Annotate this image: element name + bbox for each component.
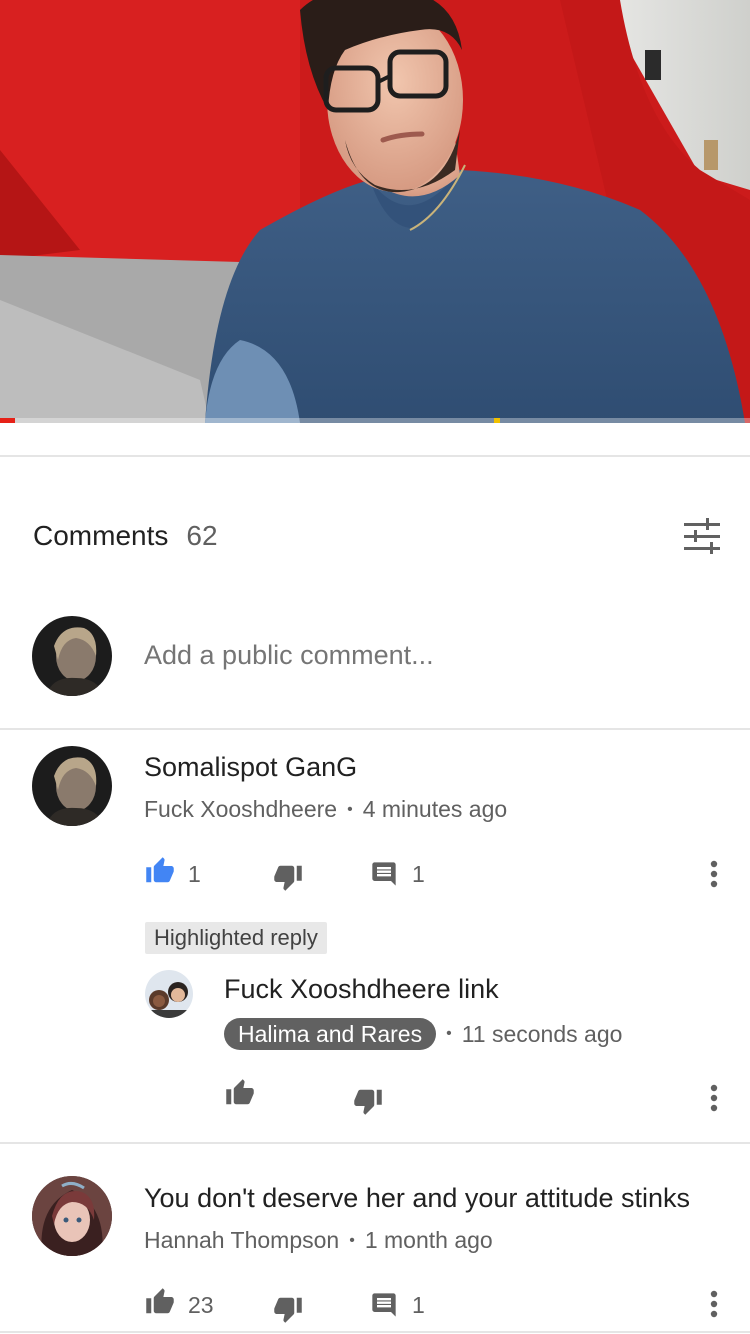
separator-dot: • <box>347 800 353 818</box>
more-vert-icon <box>710 1290 718 1318</box>
reply-text: Fuck Xooshdheere link <box>224 974 499 1004</box>
video-player[interactable] <box>0 0 750 423</box>
comment-divider <box>0 728 750 730</box>
reply-like-button[interactable] <box>224 1078 258 1110</box>
comment-text: Somalispot GanG <box>144 752 358 782</box>
separator-dot: • <box>446 1025 452 1042</box>
comment-meta: Hannah Thompson • 1 month ago <box>144 1227 493 1254</box>
video-buffer-marker <box>494 418 500 423</box>
video-progress-bar[interactable] <box>0 418 750 423</box>
dislike-button[interactable] <box>272 1294 306 1326</box>
thumbs-down-icon <box>354 1089 382 1115</box>
more-vert-icon <box>710 1084 718 1112</box>
thumbs-up-icon <box>146 1288 174 1314</box>
thumbs-down-icon <box>274 865 302 891</box>
comment-time: 1 month ago <box>364 1227 493 1253</box>
comment-icon <box>372 862 396 886</box>
reply-count: 1 <box>412 861 425 887</box>
reply-dislike-button[interactable] <box>352 1086 386 1118</box>
comment-meta: Fuck Xooshdheere • 4 minutes ago <box>144 796 507 823</box>
reply-button[interactable] <box>370 1291 400 1321</box>
reply-more-options-button[interactable] <box>702 1078 726 1118</box>
thumbs-up-icon <box>226 1079 254 1105</box>
reply-author-chip[interactable]: Halima and Rares <box>224 1018 437 1050</box>
comment-time: 4 minutes ago <box>362 796 508 822</box>
comment-divider <box>0 1142 750 1144</box>
reply-button[interactable] <box>370 860 400 890</box>
reply-avatar[interactable] <box>145 970 193 1018</box>
comments-title: Comments <box>33 520 169 551</box>
sliders-icon <box>684 518 720 554</box>
add-comment-input[interactable]: Add a public comment... <box>144 640 434 671</box>
comment-avatar[interactable] <box>32 746 112 826</box>
comment-text: You don't deserve her and your attitude … <box>144 1183 691 1213</box>
comment-author[interactable]: Hannah Thompson <box>144 1227 339 1254</box>
comment-divider <box>0 1331 750 1333</box>
section-divider <box>0 455 750 457</box>
video-frame <box>0 0 750 423</box>
like-button[interactable] <box>144 1287 178 1319</box>
more-options-button[interactable] <box>702 854 726 894</box>
thumbs-up-icon <box>146 857 174 883</box>
more-vert-icon <box>710 860 718 888</box>
sort-comments-button[interactable] <box>682 517 722 557</box>
thumbs-down-icon <box>274 1297 302 1323</box>
comment-icon <box>372 1293 396 1317</box>
comment-author[interactable]: Fuck Xooshdheere <box>144 796 337 823</box>
reply-meta: Halima and Rares • 11 seconds ago <box>224 1018 622 1050</box>
reply-count: 1 <box>412 1292 425 1318</box>
reply-time: 11 seconds ago <box>461 1020 623 1047</box>
dislike-button[interactable] <box>272 862 306 894</box>
like-count: 23 <box>188 1292 214 1318</box>
comment-avatar[interactable] <box>32 1176 112 1256</box>
like-button[interactable] <box>144 856 178 888</box>
highlighted-reply-badge: Highlighted reply <box>145 922 327 954</box>
comments-header: Comments 62 <box>33 516 218 556</box>
separator-dot: • <box>349 1231 355 1249</box>
more-options-button[interactable] <box>702 1284 726 1324</box>
like-count: 1 <box>188 861 201 887</box>
comments-count: 62 <box>186 520 218 551</box>
current-user-avatar[interactable] <box>32 616 112 696</box>
video-progress-fill <box>0 418 15 423</box>
